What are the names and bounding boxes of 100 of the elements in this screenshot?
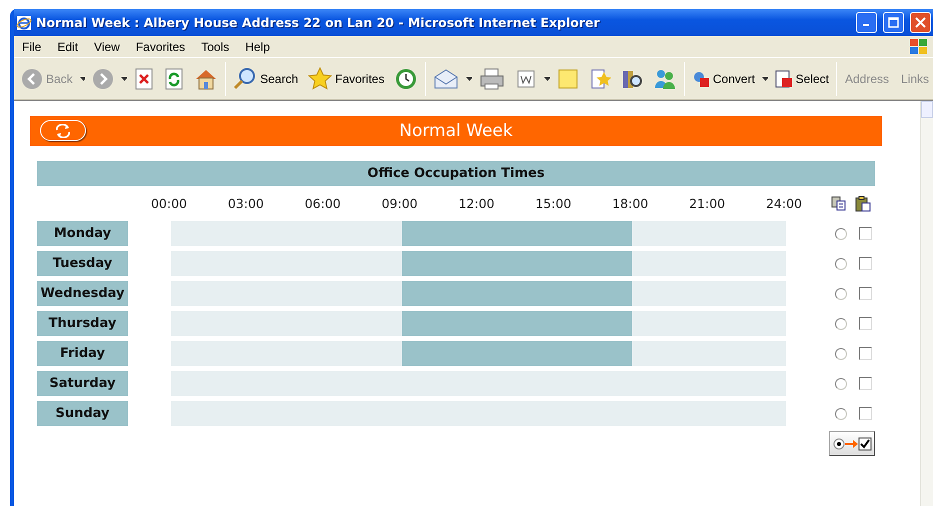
menu-item[interactable]: View xyxy=(86,40,128,54)
free-time-slot[interactable] xyxy=(632,221,710,246)
free-time-slot[interactable] xyxy=(632,341,710,366)
time-tick-label: 12:00 xyxy=(457,196,496,211)
occupied-time-slot[interactable] xyxy=(555,281,632,306)
document-icon xyxy=(515,68,538,90)
radio-button[interactable] xyxy=(835,288,847,300)
menu-item[interactable]: File xyxy=(14,40,50,54)
day-label: Monday xyxy=(37,221,128,246)
occupied-time-slot[interactable] xyxy=(555,221,632,246)
free-time-slot[interactable] xyxy=(709,311,786,336)
menu-item[interactable]: Edit xyxy=(49,40,86,54)
scrollbar[interactable] xyxy=(920,101,933,506)
time-tick-label: 03:00 xyxy=(226,196,265,211)
free-time-slot[interactable] xyxy=(171,281,248,306)
day-label: Thursday xyxy=(37,311,128,336)
radio-arrow-checkbox-icon xyxy=(832,436,872,452)
occupied-time-slot[interactable] xyxy=(555,341,632,366)
menu-item[interactable]: Favorites xyxy=(128,40,194,54)
free-time-slot[interactable] xyxy=(324,311,402,336)
checkbox[interactable] xyxy=(859,407,872,420)
toolbar-button[interactable]: Search xyxy=(230,62,302,94)
search-icon xyxy=(233,66,258,90)
occupied-time-slot[interactable] xyxy=(555,311,632,336)
note-icon xyxy=(556,68,579,90)
free-time-slot[interactable] xyxy=(709,341,786,366)
time-tick-label: 09:00 xyxy=(380,196,419,211)
time-tick-label: 15:00 xyxy=(534,196,572,211)
occupied-time-slot[interactable] xyxy=(402,341,478,366)
free-time-slot[interactable] xyxy=(632,311,710,336)
menu-item[interactable]: Help xyxy=(237,40,278,54)
radio-button[interactable] xyxy=(835,408,847,420)
stop-icon xyxy=(134,68,154,90)
close-icon xyxy=(915,17,926,28)
checkbox[interactable] xyxy=(859,317,872,330)
day-label: Friday xyxy=(37,341,128,366)
copy-to-checked-button[interactable] xyxy=(829,431,875,456)
menu-item[interactable]: Tools xyxy=(193,40,238,54)
free-time-slot[interactable] xyxy=(632,251,710,276)
checkbox[interactable] xyxy=(859,347,872,360)
checkbox[interactable] xyxy=(859,227,872,240)
history-clock-icon xyxy=(394,66,418,90)
occupied-time-slot[interactable] xyxy=(402,311,478,336)
day-label: Saturday xyxy=(37,371,128,396)
free-time-slot[interactable] xyxy=(632,281,710,306)
copy-icon[interactable] xyxy=(831,196,846,210)
time-tick-label: 00:00 xyxy=(150,196,188,211)
people-icon xyxy=(652,68,677,90)
caret-icon[interactable] xyxy=(466,76,472,80)
occupied-time-slot[interactable] xyxy=(402,251,478,276)
refresh-icon xyxy=(164,68,184,90)
free-time-slot[interactable] xyxy=(171,371,248,396)
toolbar-button[interactable]: Select xyxy=(772,62,832,94)
day-label: Sunday xyxy=(37,401,128,426)
radio-button[interactable] xyxy=(835,348,847,360)
free-time-slot[interactable] xyxy=(709,251,786,276)
free-time-slot[interactable] xyxy=(171,251,248,276)
printer-icon xyxy=(479,68,506,90)
envelope-icon xyxy=(433,68,460,90)
swap-button[interactable] xyxy=(40,120,86,141)
free-time-slot[interactable] xyxy=(709,281,786,306)
time-tick-label: 06:00 xyxy=(304,196,342,211)
occupied-time-slot[interactable] xyxy=(402,221,478,246)
browser-globe-icon xyxy=(16,14,32,30)
paste-icon[interactable] xyxy=(855,196,871,212)
time-tick-label: 24:00 xyxy=(764,196,804,211)
maximize-button[interactable] xyxy=(883,12,904,33)
free-time-slot[interactable] xyxy=(171,341,248,366)
caret-icon[interactable] xyxy=(762,76,768,80)
minimize-button[interactable] xyxy=(856,12,877,33)
free-time-slot[interactable] xyxy=(324,251,402,276)
radio-button[interactable] xyxy=(835,318,847,330)
occupied-time-slot[interactable] xyxy=(555,251,632,276)
free-time-slot[interactable] xyxy=(171,311,248,336)
radio-button[interactable] xyxy=(835,258,847,270)
checkbox[interactable] xyxy=(859,287,872,300)
day-label: Tuesday xyxy=(37,251,128,276)
day-label: Wednesday xyxy=(37,281,128,306)
convert-icon xyxy=(692,70,710,88)
occupied-time-slot[interactable] xyxy=(402,281,478,306)
free-time-slot[interactable] xyxy=(324,341,402,366)
home-icon xyxy=(194,68,218,90)
free-time-slot[interactable] xyxy=(171,221,248,246)
free-time-slot[interactable] xyxy=(324,221,402,246)
free-time-slot[interactable] xyxy=(324,281,402,306)
free-time-slot[interactable] xyxy=(171,401,248,426)
page-title: Normal Week xyxy=(399,121,513,141)
close-button[interactable] xyxy=(910,12,931,33)
checkbox[interactable] xyxy=(859,257,872,270)
radio-button[interactable] xyxy=(835,378,847,390)
checkbox[interactable] xyxy=(859,377,872,390)
caret-icon[interactable] xyxy=(544,76,550,80)
star-icon xyxy=(308,66,332,90)
toolbar-button[interactable]: Convert xyxy=(688,62,758,94)
time-tick-label: 21:00 xyxy=(688,196,726,211)
radio-button[interactable] xyxy=(835,228,847,240)
toolbar-button[interactable]: Favorites xyxy=(305,62,388,94)
free-time-slot[interactable] xyxy=(709,371,786,396)
free-time-slot[interactable] xyxy=(709,221,786,246)
free-time-slot[interactable] xyxy=(709,401,786,426)
